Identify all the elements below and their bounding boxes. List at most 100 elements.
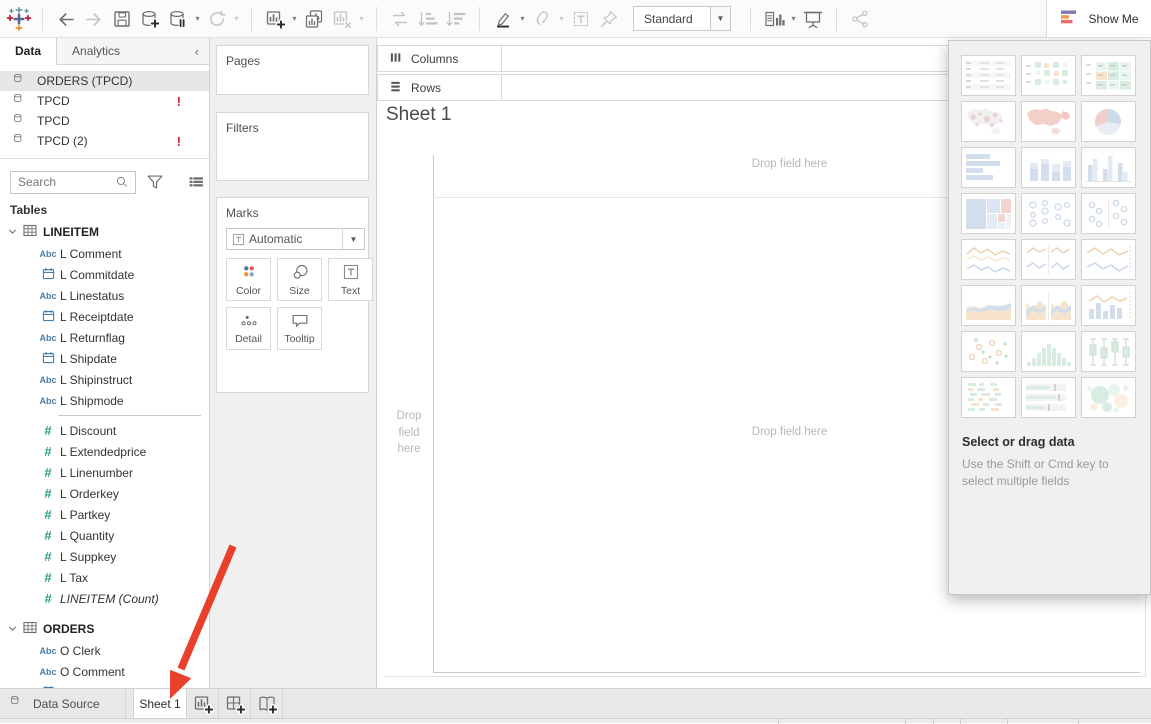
search-box[interactable] [10, 171, 136, 194]
showme-histogram[interactable] [1021, 331, 1076, 372]
showme-packed-bubbles[interactable] [1081, 377, 1136, 418]
field-item[interactable]: #L Partkey [0, 504, 209, 525]
highlight-button[interactable] [490, 5, 516, 33]
field-item[interactable]: L Shipdate [0, 348, 209, 369]
new-dashboard-tab-button[interactable] [219, 689, 251, 718]
field-item[interactable]: #L Quantity [0, 525, 209, 546]
sort-ascending-button[interactable] [415, 5, 441, 33]
field-item[interactable]: #L Tax [0, 567, 209, 588]
showme-dual-combination[interactable] [1081, 285, 1136, 326]
data-source-item[interactable]: TPCD [0, 111, 209, 131]
duplicate-sheet-button[interactable] [301, 5, 327, 33]
tab-analytics[interactable]: Analytics [57, 38, 135, 64]
showme-treemap[interactable] [961, 193, 1016, 234]
field-item[interactable]: AbcL Linestatus [0, 285, 209, 306]
field-item[interactable]: #LINEITEM (Count) [0, 588, 209, 609]
marks-detail-button[interactable]: Detail [226, 307, 271, 350]
field-item[interactable]: AbcL Shipmode [0, 390, 209, 411]
field-item[interactable]: #L Suppkey [0, 546, 209, 567]
new-story-tab-button[interactable] [251, 689, 283, 718]
showme-pie-chart[interactable] [1081, 101, 1136, 142]
showme-area-charts-discrete[interactable] [1021, 285, 1076, 326]
fix-axes-button[interactable] [596, 5, 622, 33]
showme-highlight-table[interactable] [1081, 55, 1136, 96]
marks-size-button[interactable]: Size [277, 258, 322, 301]
marks-text-button[interactable]: Text [328, 258, 373, 301]
table-group-lineitem[interactable]: LINEITEM [0, 221, 209, 243]
show-hide-cards-caret-icon[interactable]: ▾ [789, 14, 798, 23]
filters-shelf[interactable]: Filters [216, 112, 369, 181]
swap-rows-columns-button[interactable] [387, 5, 413, 33]
field-item[interactable]: #L Linenumber [0, 462, 209, 483]
redo-button[interactable] [81, 5, 107, 33]
new-data-source-button[interactable] [137, 5, 163, 33]
refresh-data-button[interactable] [204, 5, 230, 33]
filter-fields-icon[interactable] [141, 172, 169, 192]
save-button[interactable] [109, 5, 135, 33]
share-workbook-button[interactable] [847, 5, 873, 33]
data-source-item[interactable]: ORDERS (TPCD) [0, 71, 209, 91]
drop-zone-left[interactable]: Drop field here [385, 408, 433, 458]
data-source-tab[interactable]: Data Source [0, 689, 126, 718]
showme-scatter-plots[interactable] [961, 331, 1016, 372]
pages-shelf[interactable]: Pages [216, 45, 369, 95]
data-source-item[interactable]: TPCD (2)! [0, 131, 209, 151]
mark-type-dropdown[interactable]: Automatic ▼ [226, 228, 365, 250]
tab-data[interactable]: Data [0, 38, 57, 65]
showme-side-by-side-bars[interactable] [1081, 147, 1136, 188]
mark-type-caret-icon[interactable]: ▼ [342, 229, 364, 249]
sheet-title[interactable]: Sheet 1 [386, 104, 452, 126]
presentation-mode-button[interactable] [800, 5, 826, 33]
field-item[interactable]: #L Discount [0, 420, 209, 441]
clear-sheet-button[interactable] [329, 5, 355, 33]
new-worksheet-caret-icon[interactable]: ▾ [290, 14, 299, 23]
field-item[interactable]: AbcL Comment [0, 243, 209, 264]
field-item[interactable]: AbcL Returnflag [0, 327, 209, 348]
chevron-down-icon[interactable] [8, 225, 17, 239]
clear-sheet-caret-icon[interactable]: ▾ [357, 14, 366, 23]
data-source-item[interactable]: TPCD! [0, 91, 209, 111]
field-item[interactable]: L Commitdate [0, 264, 209, 285]
showme-bullet-graphs[interactable] [1021, 377, 1076, 418]
chevron-down-icon[interactable] [8, 622, 17, 636]
show-me-button[interactable]: Show Me [1046, 0, 1151, 38]
view-as-icon[interactable] [183, 173, 210, 192]
showme-gantt[interactable] [961, 377, 1016, 418]
field-item[interactable]: #L Extendedprice [0, 441, 209, 462]
new-worksheet-button[interactable] [262, 5, 288, 33]
show-hide-cards-button[interactable] [761, 5, 787, 33]
showme-symbol-map[interactable] [961, 101, 1016, 142]
showme-lines-continuous[interactable] [961, 239, 1016, 280]
group-members-caret-icon[interactable]: ▾ [557, 14, 566, 23]
pause-auto-updates-button[interactable] [165, 5, 191, 33]
showme-lines-discrete[interactable] [1021, 239, 1076, 280]
undo-button[interactable] [53, 5, 79, 33]
table-group-orders[interactable]: ORDERS [0, 618, 209, 640]
pause-auto-updates-caret-icon[interactable]: ▾ [193, 14, 202, 23]
showme-heat-map[interactable] [1021, 55, 1076, 96]
showme-filled-map[interactable] [1021, 101, 1076, 142]
show-mark-labels-button[interactable] [568, 5, 594, 33]
field-item[interactable]: AbcL Shipinstruct [0, 369, 209, 390]
field-item[interactable]: AbcO Clerk [0, 640, 209, 661]
showme-area-charts-continuous[interactable] [961, 285, 1016, 326]
sheet1-tab[interactable]: Sheet 1 [133, 689, 187, 718]
showme-circle-views[interactable] [1021, 193, 1076, 234]
refresh-data-caret-icon[interactable]: ▾ [232, 14, 241, 23]
showme-dual-lines[interactable] [1081, 239, 1136, 280]
field-item[interactable]: AbcO Comment [0, 661, 209, 682]
showme-stacked-bars[interactable] [1021, 147, 1076, 188]
showme-text-table[interactable] [961, 55, 1016, 96]
marks-color-button[interactable]: Color [226, 258, 271, 301]
group-members-button[interactable] [529, 5, 555, 33]
field-item[interactable]: #L Orderkey [0, 483, 209, 504]
fit-selector-caret-icon[interactable]: ▼ [710, 7, 730, 30]
search-input[interactable] [11, 174, 110, 190]
marks-tooltip-button[interactable]: Tooltip [277, 307, 322, 350]
showme-box-and-whisker-plots[interactable] [1081, 331, 1136, 372]
highlight-caret-icon[interactable]: ▾ [518, 14, 527, 23]
sort-descending-button[interactable] [443, 5, 469, 33]
field-item[interactable]: L Receiptdate [0, 306, 209, 327]
collapse-pane-icon[interactable]: ‹ [195, 38, 209, 64]
new-worksheet-tab-button[interactable] [187, 689, 219, 718]
